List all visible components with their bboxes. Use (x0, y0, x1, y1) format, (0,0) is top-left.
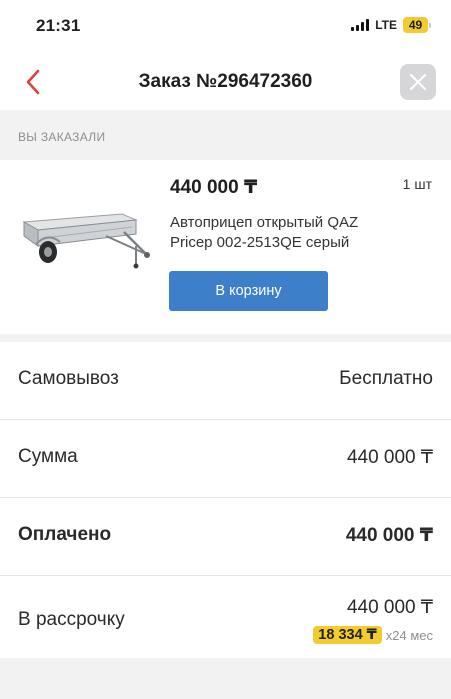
close-button[interactable] (400, 64, 436, 100)
status-bar: 21:31 LTE 49 (0, 0, 451, 54)
close-icon (409, 73, 427, 91)
order-summary: Самовывоз Бесплатно Сумма 440 000 ₸ Опла… (0, 342, 451, 662)
bottom-band (0, 658, 451, 699)
status-indicators: LTE 49 (351, 17, 431, 33)
page-title: Заказ №296472360 (138, 71, 313, 92)
installment-monthly-badge: 18 334 ₸ (313, 626, 382, 644)
battery-level: 49 (403, 17, 428, 33)
battery-icon (429, 22, 431, 28)
delivery-row: Самовывоз Бесплатно (0, 342, 451, 420)
paid-value: 440 000 ₸ (345, 525, 433, 546)
status-time: 21:31 (36, 16, 81, 35)
network-type: LTE (375, 18, 397, 32)
section-header: ВЫ ЗАКАЗАЛИ (0, 110, 451, 160)
product-quantity: 1 шт (402, 176, 432, 192)
signal-icon (351, 19, 370, 31)
installment-label: В рассрочку (18, 609, 125, 630)
installment-term: x24 мес (385, 627, 433, 643)
product-card[interactable]: 440 000 ₸ 1 шт Автоприцеп открытый QAZ P… (0, 160, 451, 334)
product-name[interactable]: Автоприцеп открытый QAZ Pricep 002-2513Q… (170, 213, 395, 253)
paid-label: Оплачено (18, 524, 112, 545)
nav-bar: Заказ №296472360 (0, 54, 451, 110)
sum-label: Сумма (18, 446, 78, 467)
back-button[interactable] (16, 65, 50, 99)
installment-row: В рассрочку 440 000 ₸ 18 334 ₸ x24 мес (0, 576, 451, 662)
delivery-label: Самовывоз (18, 368, 119, 389)
delivery-value: Бесплатно (339, 368, 433, 389)
installment-details: 18 334 ₸ x24 мес (313, 626, 433, 644)
section-divider (0, 334, 451, 342)
paid-row: Оплачено 440 000 ₸ (0, 498, 451, 576)
section-title: ВЫ ЗАКАЗАЛИ (18, 130, 106, 144)
trailer-image (22, 213, 150, 269)
chevron-left-icon (26, 69, 40, 95)
sum-value: 440 000 ₸ (346, 447, 433, 468)
add-to-cart-button[interactable]: В корзину (169, 271, 328, 311)
sum-row: Сумма 440 000 ₸ (0, 420, 451, 498)
product-price: 440 000 ₸ (170, 177, 258, 198)
installment-value: 440 000 ₸ (346, 597, 433, 618)
